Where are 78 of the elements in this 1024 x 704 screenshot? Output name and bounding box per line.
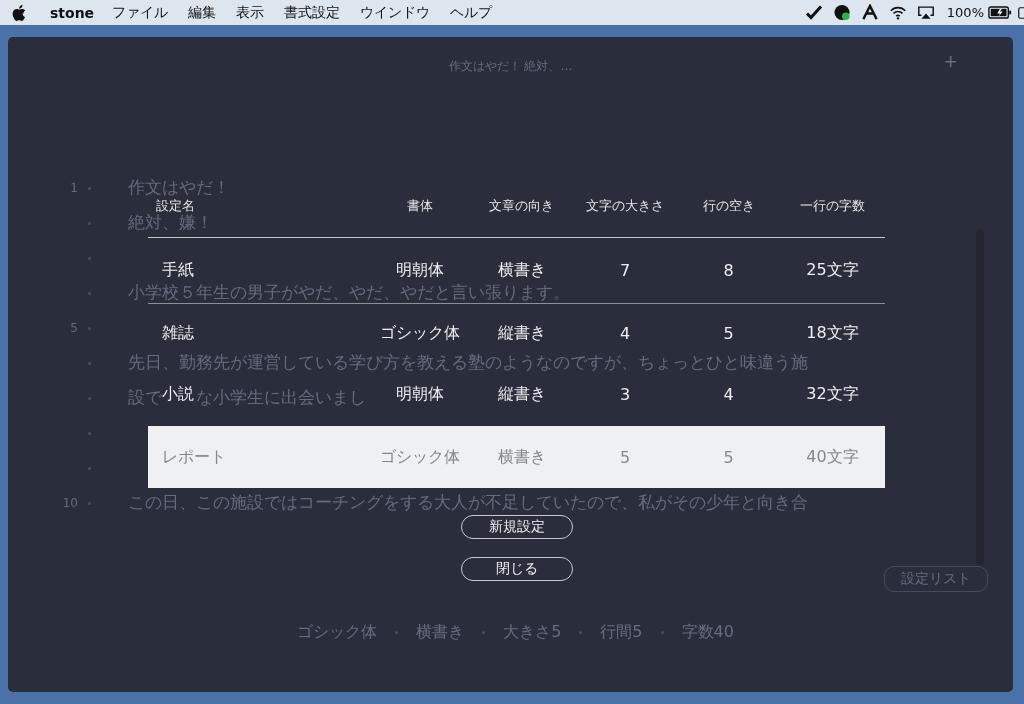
line-dot: [88, 432, 91, 435]
document-text: 設で: [128, 387, 162, 409]
line-number: 10: [62, 495, 78, 510]
table-cell-text: 横書き: [496, 446, 547, 468]
document-text: 絶対、嫌！: [128, 212, 213, 234]
table-cell-text: ゴシック体: [379, 322, 461, 344]
table-cell-text: 5: [722, 323, 735, 343]
separator-dot: [395, 631, 399, 634]
separator-dot: [660, 631, 664, 634]
table-cell-text: 32文字: [805, 383, 860, 405]
menu-item[interactable]: 表示: [236, 3, 265, 22]
table-cell-text: 7: [618, 261, 632, 280]
table-cell-text: 5: [618, 447, 632, 467]
menu-item[interactable]: ウインドウ: [360, 3, 431, 22]
table-cell[interactable]: 雑誌: [162, 322, 194, 344]
table-cell-text: 5: [722, 447, 735, 467]
letter-mark-icon[interactable]: [860, 4, 879, 21]
menu-item[interactable]: ファイル: [112, 3, 169, 22]
line-number: 1: [70, 180, 78, 195]
line-dot: [88, 222, 91, 225]
battery-percent: 100%: [946, 5, 984, 20]
table-cell-text: 明朝体: [395, 260, 445, 281]
menu-item[interactable]: ヘルプ: [450, 3, 493, 22]
status-item: 行間5: [600, 622, 643, 643]
line-dot: [88, 187, 91, 190]
dialog-button[interactable]: 新規設定: [460, 515, 573, 539]
status-item: 横書き: [416, 622, 465, 643]
table-cell-text: 8: [722, 261, 735, 280]
table-cell-text: 縦書き: [496, 322, 547, 344]
circle-badge-icon[interactable]: [832, 4, 851, 21]
document-text: 先日、勤務先が運営している学び方を教える塾のようなのですが、ちょっとひと味違う施: [128, 351, 808, 374]
column-header: 文字の大きさ: [585, 199, 665, 212]
table-cell-text: 18文字: [805, 322, 860, 344]
column-header: 書体: [406, 199, 434, 212]
table-cell[interactable]: 小説: [162, 383, 194, 405]
table-cell-text: 横書き: [496, 260, 547, 281]
wifi-icon[interactable]: [888, 4, 907, 21]
document-text: 作文はやだ！: [128, 176, 230, 199]
table-cell-text: 25文字: [805, 260, 860, 281]
menu-item[interactable]: 書式設定: [284, 3, 341, 22]
table-cell-text: ゴシック体: [379, 446, 461, 468]
menu-item[interactable]: 編集: [188, 3, 217, 22]
dialog-button[interactable]: 閉じる: [460, 557, 573, 581]
apple-icon[interactable]: [12, 4, 26, 21]
line-number: 5: [70, 320, 78, 335]
table-cell-text: 4: [618, 323, 632, 343]
line-dot: [88, 362, 91, 365]
scrollbar[interactable]: [976, 230, 984, 565]
status-item: 字数40: [681, 622, 734, 643]
line-dot: [88, 327, 91, 330]
line-dot: [88, 502, 91, 505]
separator-dot: [579, 631, 583, 634]
table-cell-text: 40文字: [805, 446, 860, 468]
app-icon[interactable]: [1018, 4, 1024, 21]
checkmark-icon[interactable]: [804, 4, 823, 21]
line-dot: [88, 257, 91, 260]
status-item: ゴシック体: [297, 622, 378, 643]
table-cell-text: 4: [722, 384, 735, 404]
table-cell[interactable]: 手紙: [162, 260, 194, 281]
window-title: 作文はやだ！ 絶対、…: [448, 57, 573, 75]
column-header: 行の空き: [701, 199, 756, 212]
document-text: この日、この施設ではコーチングをする大人が不足していたので、私がその少年と向き合: [128, 491, 808, 514]
line-dot: [88, 397, 91, 400]
document-text: 小学校５年生の男子がやだ、やだ、やだと言い張ります。: [128, 281, 570, 304]
separator-dot: [482, 631, 486, 634]
line-dot: [88, 467, 91, 470]
airplay-icon[interactable]: [916, 4, 935, 21]
status-item: 大きさ5: [503, 622, 562, 643]
document-text: な小学生に出会いまし: [196, 386, 366, 409]
app-menu[interactable]: stone: [50, 4, 95, 21]
column-header: 設定名: [155, 199, 195, 212]
column-header: 文章の向き: [488, 199, 555, 212]
line-dot: [88, 292, 91, 295]
table-cell-text: 3: [618, 384, 632, 404]
table-cell-text: 明朝体: [395, 383, 445, 405]
battery-icon[interactable]: [988, 6, 1012, 19]
table-cell-text: 縦書き: [496, 383, 547, 405]
column-header: 一行の字数: [799, 199, 866, 212]
